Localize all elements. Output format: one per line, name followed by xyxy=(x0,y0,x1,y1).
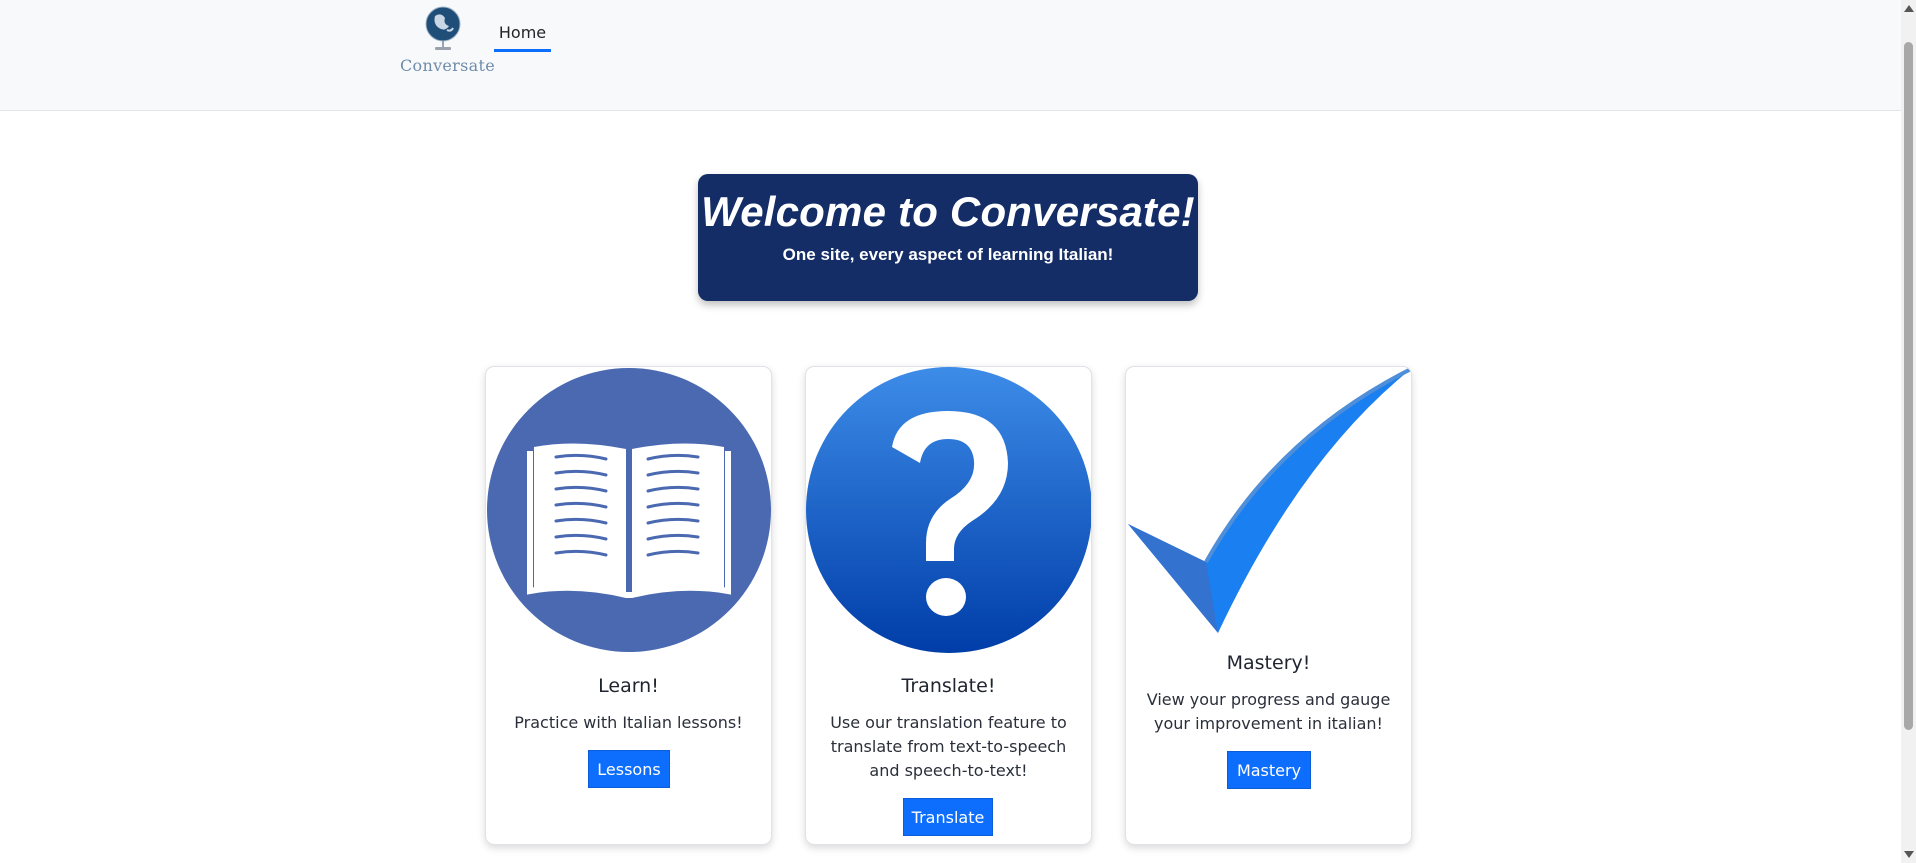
question-mark-icon xyxy=(806,367,1091,653)
mastery-card: Mastery! View your progress and gauge yo… xyxy=(1125,366,1412,845)
card-text: View your progress and gauge your improv… xyxy=(1146,690,1391,733)
nav-home-link[interactable]: Home xyxy=(494,20,551,52)
open-book-icon xyxy=(487,368,771,652)
scroll-down-arrow-icon[interactable] xyxy=(1904,851,1914,858)
learn-card: Learn! Practice with Italian lessons! Le… xyxy=(485,366,772,845)
card-title: Translate! xyxy=(901,675,996,697)
globe-icon xyxy=(425,6,461,50)
translate-card: Translate! Use our translation feature t… xyxy=(805,366,1092,845)
card-text: Practice with Italian lessons! xyxy=(514,713,743,732)
welcome-banner: Welcome to Conversate! One site, every a… xyxy=(698,174,1198,301)
lessons-button[interactable]: Lessons xyxy=(588,750,670,788)
card-title: Mastery! xyxy=(1226,652,1311,674)
logo[interactable]: Conversate xyxy=(400,4,495,76)
checkmark-icon xyxy=(1128,367,1411,633)
hero-subtitle: One site, every aspect of learning Itali… xyxy=(782,245,1114,264)
card-title: Learn! xyxy=(598,675,659,697)
scrollbar-thumb[interactable] xyxy=(1904,42,1913,730)
translate-button[interactable]: Translate xyxy=(903,798,993,836)
mastery-button[interactable]: Mastery xyxy=(1227,751,1311,789)
navbar: Conversate Home xyxy=(0,0,1901,111)
hero-title: Welcome to Conversate! xyxy=(701,188,1195,235)
scroll-up-arrow-icon[interactable] xyxy=(1904,5,1914,12)
logo-text: Conversate xyxy=(400,56,495,75)
card-text: Use our translation feature to translate… xyxy=(830,713,1067,780)
vertical-scrollbar[interactable] xyxy=(1901,0,1916,863)
